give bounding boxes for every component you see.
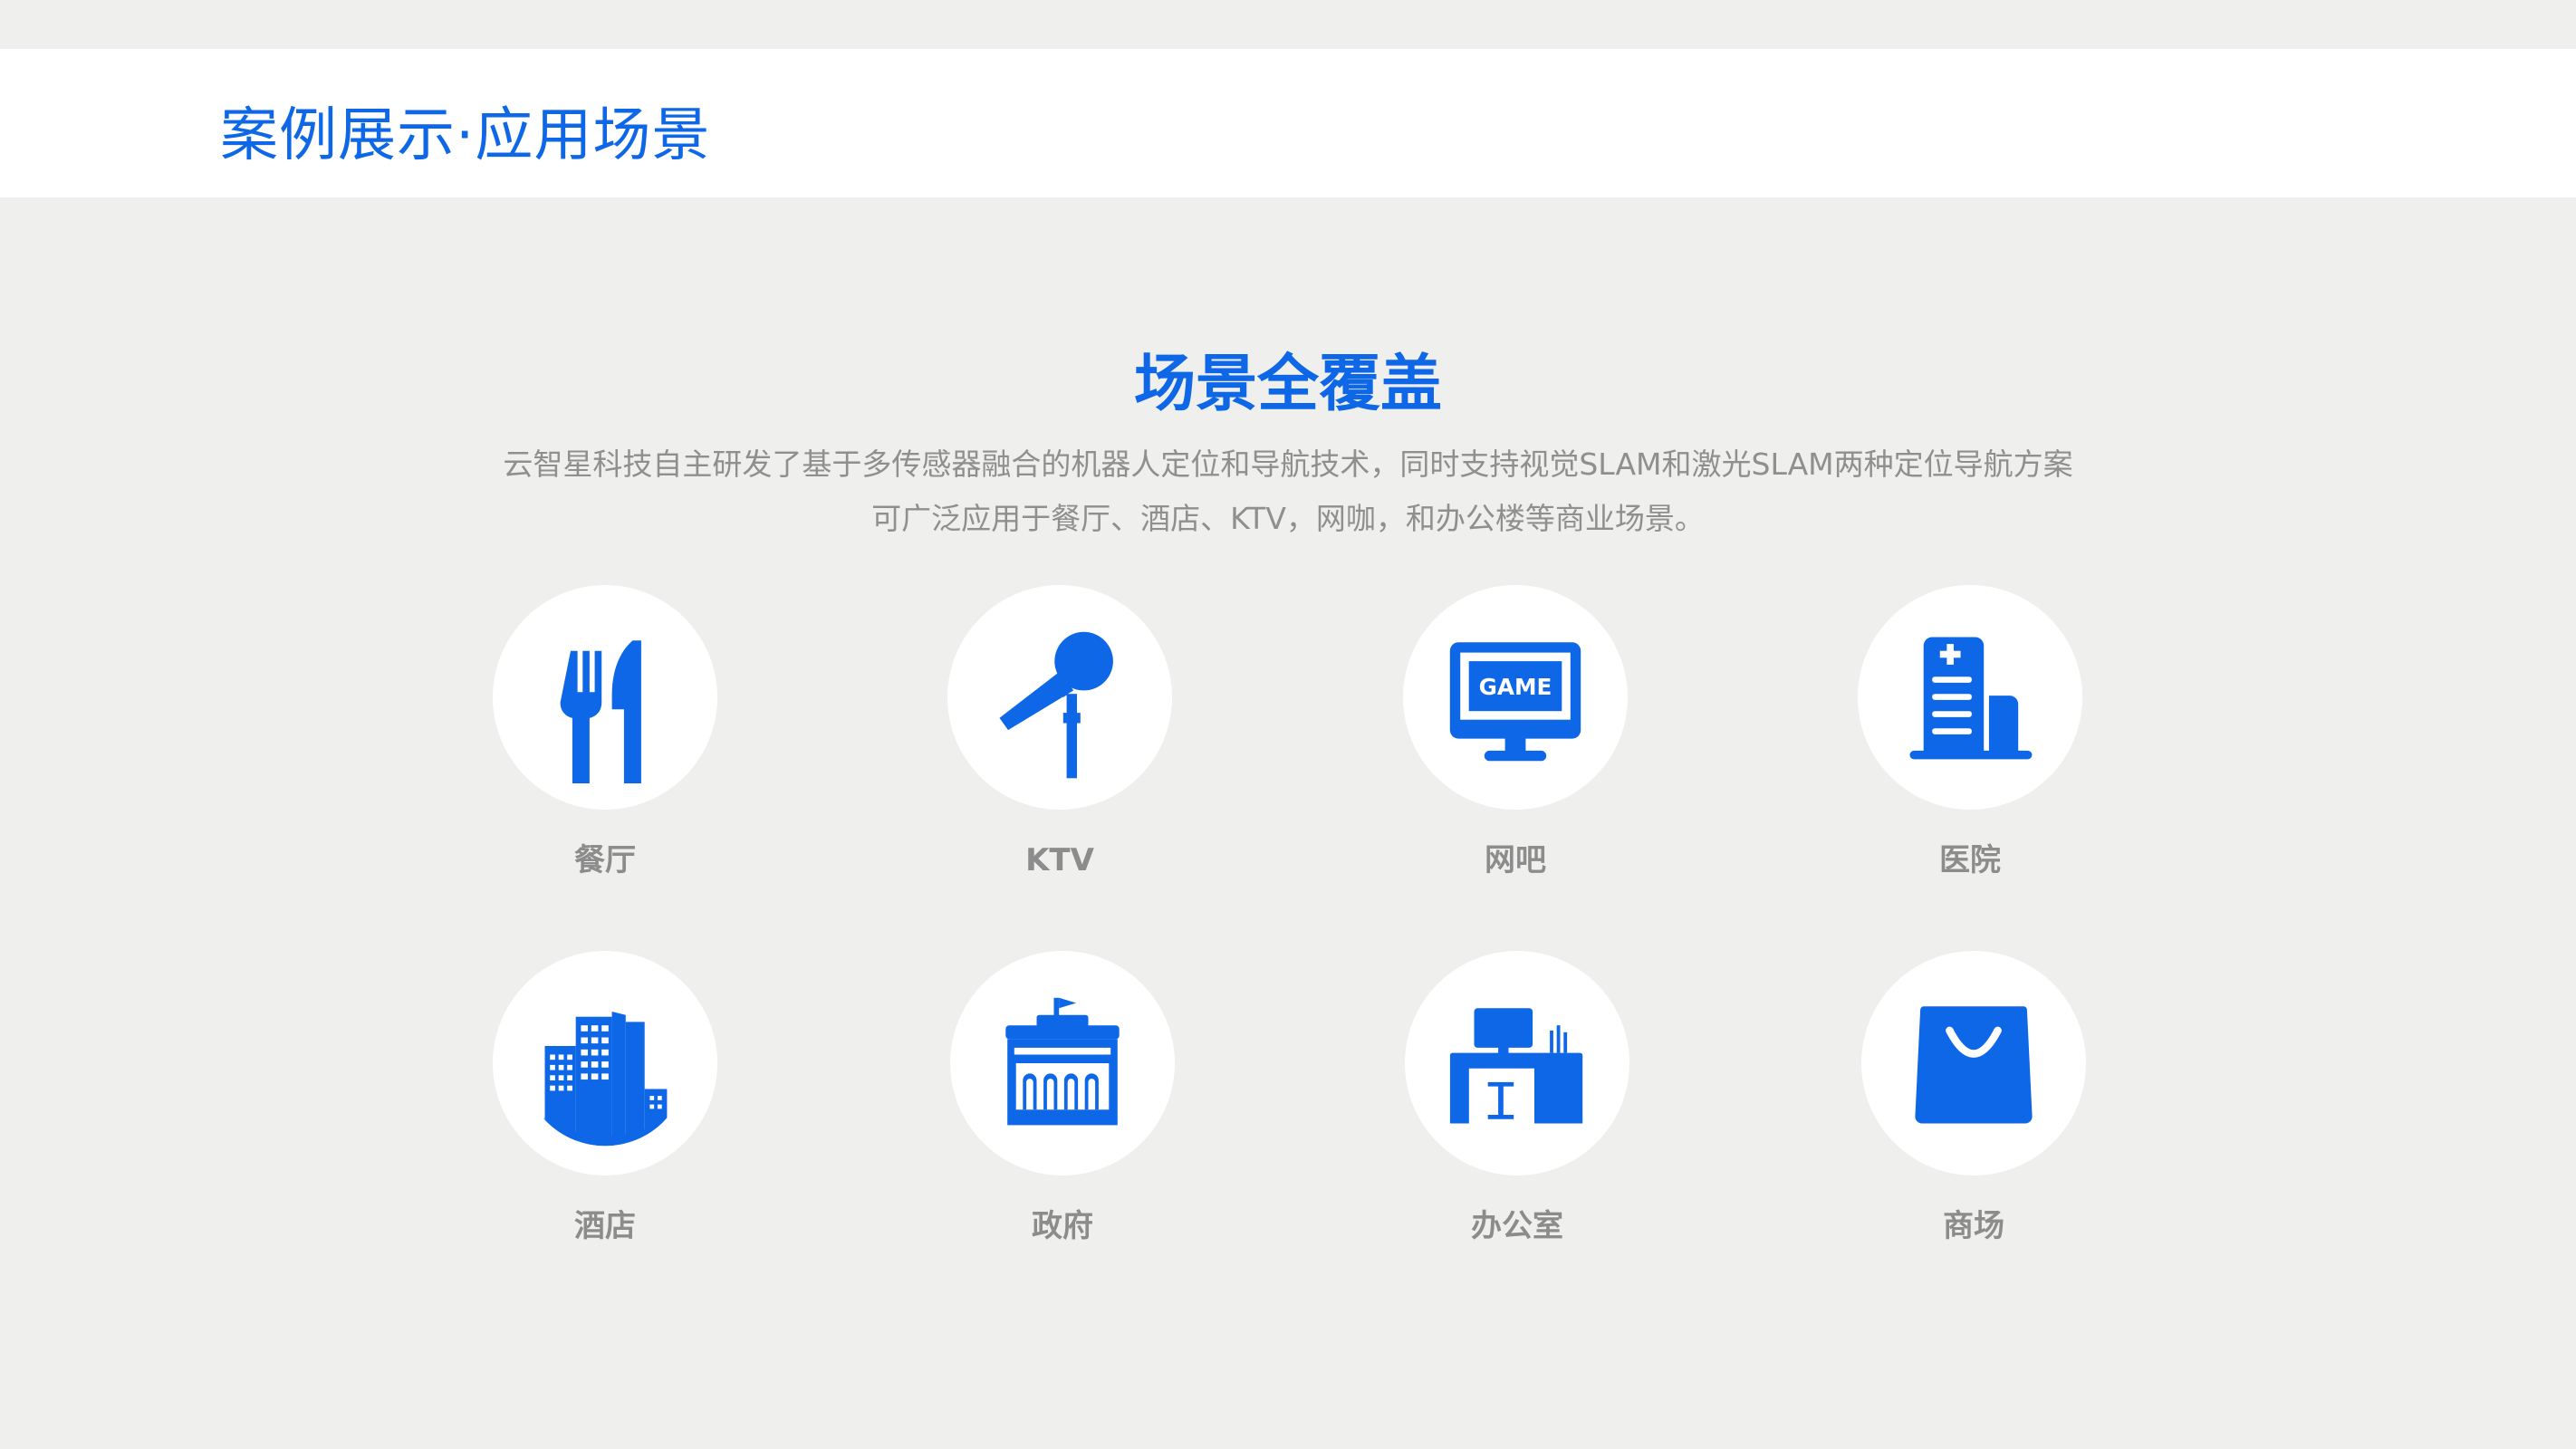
scene-hotel: 酒店 <box>487 951 723 1250</box>
scene-icon-circle <box>1858 585 2082 810</box>
scene-icon-circle <box>1861 951 2086 1176</box>
scene-label: 网吧 <box>1485 842 1546 878</box>
game-screen-text: GAME <box>1479 674 1552 700</box>
scene-icon-circle <box>1405 951 1629 1176</box>
scene-icon-circle <box>947 585 1172 810</box>
scene-government: 政府 <box>945 951 1180 1250</box>
scene-icon-circle <box>493 585 717 810</box>
scene-icon-circle <box>493 951 717 1176</box>
scene-label: 餐厅 <box>574 842 636 878</box>
scene-label: 酒店 <box>574 1208 636 1244</box>
hospital-icon <box>1909 637 2033 760</box>
scene-label: 办公室 <box>1471 1208 1563 1244</box>
page-title: 案例展示·应用场景 <box>220 102 711 169</box>
game-monitor-icon: GAME <box>1449 642 1581 762</box>
scene-label: 医院 <box>1939 842 2001 878</box>
scene-internet-cafe: GAME 网吧 <box>1398 585 1633 884</box>
government-building-icon <box>1005 997 1120 1126</box>
shopping-bag-icon <box>1915 1006 2033 1124</box>
scene-label: KTV <box>1025 842 1094 878</box>
scene-hospital: 医院 <box>1852 585 2088 884</box>
description-line-1: 云智星科技自主研发了基于多传感器融合的机器人定位和导航技术，同时支持视觉SLAM… <box>503 446 2073 482</box>
scene-label: 商场 <box>1943 1208 2004 1244</box>
scene-ktv: KTV <box>942 585 1177 884</box>
section-title: 场景全覆盖 <box>1133 349 1442 420</box>
scene-icon-circle: GAME <box>1403 585 1628 810</box>
scene-mall: 商场 <box>1856 951 2091 1250</box>
hotel-buildings-icon <box>525 1012 688 1147</box>
scene-label: 政府 <box>1032 1208 1093 1244</box>
microphone-icon <box>999 631 1113 779</box>
scene-icon-circle <box>950 951 1175 1176</box>
office-desk-icon <box>1449 1008 1583 1124</box>
scene-restaurant: 餐厅 <box>487 585 723 884</box>
description-line-2: 可广泛应用于餐厅、酒店、KTV，网咖，和办公楼等商业场景。 <box>871 501 1705 536</box>
scene-office: 办公室 <box>1399 951 1635 1250</box>
fork-knife-icon <box>560 640 641 783</box>
